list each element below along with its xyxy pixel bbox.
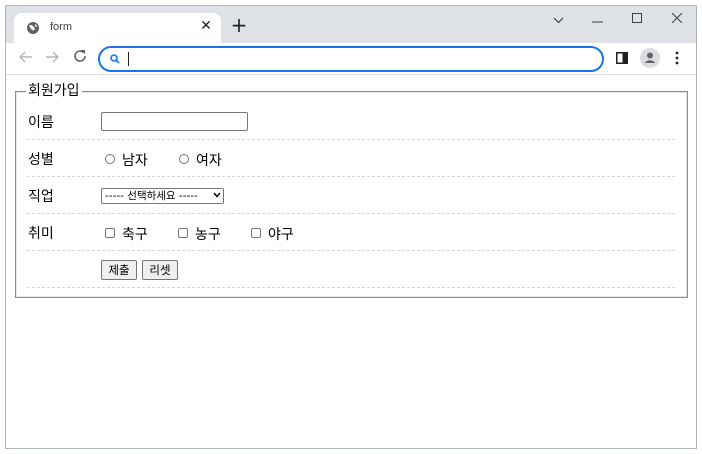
close-window-button[interactable] [664,10,690,30]
maximize-button[interactable] [624,10,650,30]
radio-icon[interactable] [179,154,189,164]
name-input[interactable] [101,112,248,131]
hobby-label: 취미 [28,226,54,242]
chevron-down-icon [213,189,221,203]
back-arrow-icon[interactable] [16,49,36,69]
row-hobby: 취미 축구 농구 야구 [27,214,675,251]
browser-toolbar [6,43,696,75]
address-input[interactable] [128,51,588,67]
hobby-option-basketball[interactable]: 농구 [178,224,221,244]
tab-strip: form ✕ + [6,6,696,43]
globe-icon [27,22,39,34]
fieldset-legend: 회원가입 [26,83,82,99]
row-name: 이름 [27,103,675,140]
browser-window: form ✕ + 회원가입 이름 성별 남자 여자 직업 ----- 선택하세요… [5,5,697,449]
hobby-option-label: 야구 [268,227,294,243]
address-bar[interactable] [98,46,604,72]
tab-close-icon[interactable]: ✕ [197,17,215,35]
search-icon [110,54,120,64]
text-caret [128,52,129,66]
gender-option-label: 여자 [196,153,222,169]
gender-option-label: 남자 [122,153,148,169]
hobby-option-label: 축구 [122,227,148,243]
reset-button[interactable]: 리셋 [142,260,178,280]
reload-icon[interactable] [70,49,90,69]
more-menu-icon[interactable] [675,51,679,65]
gender-label: 성별 [28,152,54,168]
row-gender: 성별 남자 여자 [27,140,675,177]
tab-form[interactable]: form ✕ [14,13,221,43]
hobby-option-label: 농구 [195,227,221,243]
minimize-button[interactable] [584,10,610,30]
profile-avatar-icon[interactable] [640,48,660,68]
submit-button[interactable]: 제출 [101,260,137,280]
job-select[interactable]: ----- 선택하세요 ----- [101,188,224,204]
hobby-option-soccer[interactable]: 축구 [105,224,148,244]
checkbox-icon[interactable] [178,228,188,238]
checkbox-icon[interactable] [251,228,261,238]
forward-arrow-icon[interactable] [42,49,62,69]
gender-option-female[interactable]: 여자 [179,150,222,170]
gender-option-male[interactable]: 남자 [105,150,148,170]
side-panel-icon[interactable] [616,52,628,64]
job-label: 직업 [28,189,54,205]
new-tab-button[interactable]: + [228,15,250,37]
signup-fieldset: 회원가입 이름 성별 남자 여자 직업 ----- 선택하세요 ----- 취미… [15,83,688,298]
hobby-option-baseball[interactable]: 야구 [251,224,294,244]
tab-search-chevron-icon[interactable] [545,10,571,30]
row-job: 직업 ----- 선택하세요 ----- [27,177,675,214]
tab-title: form [50,21,72,33]
row-buttons: 제출 리셋 [27,251,675,288]
name-label: 이름 [28,115,54,131]
radio-icon[interactable] [105,154,115,164]
page-content: 회원가입 이름 성별 남자 여자 직업 ----- 선택하세요 ----- 취미… [6,76,696,448]
checkbox-icon[interactable] [105,228,115,238]
job-selected-value: ----- 선택하세요 ----- [105,190,198,202]
